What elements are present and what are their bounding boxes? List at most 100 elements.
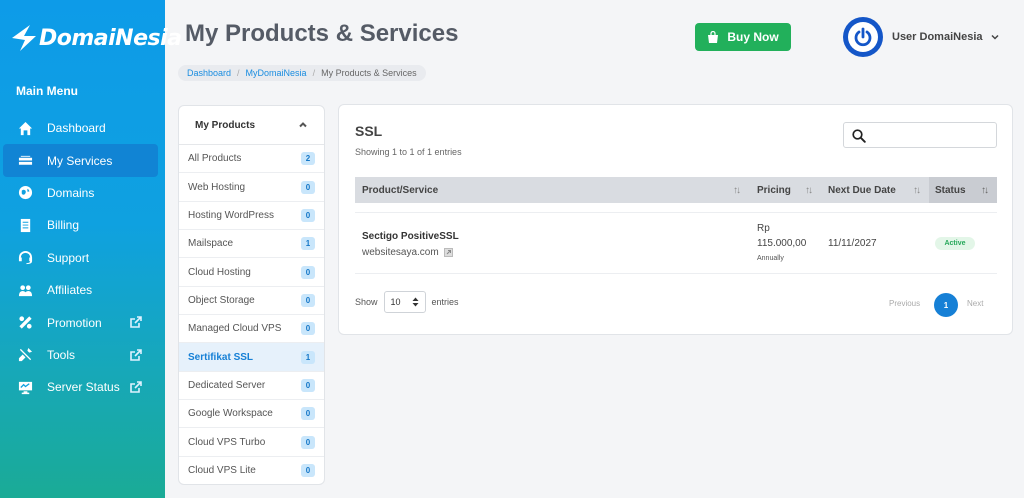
count-badge: 0 [301,322,315,336]
services-card: SSL Showing 1 to 1 of 1 entries Product/… [338,104,1013,335]
search-input[interactable] [870,126,990,144]
product-category-label: Hosting WordPress [188,209,274,221]
sidebar-item-support[interactable]: Support [3,242,158,274]
product-category-label: Managed Cloud VPS [188,323,282,335]
breadcrumb-current: My Products & Services [321,68,417,78]
column-label: Product/Service [362,184,439,196]
count-badge: 0 [301,378,315,392]
product-category-item[interactable]: Dedicated Server 0 [179,372,324,401]
price-value: 115.000,00 [757,238,807,249]
chevron-down-icon[interactable] [990,32,1000,42]
external-link-icon [130,316,142,329]
breadcrumb-mydomainesia[interactable]: MyDomaiNesia [246,68,307,78]
product-category-item[interactable]: Cloud VPS Turbo 0 [179,428,324,457]
sidebar-item-affiliates[interactable]: Affiliates [3,274,158,306]
sidebar-item-dashboard[interactable]: Dashboard [3,112,158,144]
brand-name: DomaiNesia [39,25,182,51]
buy-now-button[interactable]: Buy Now [695,23,791,51]
product-category-item[interactable]: Web Hosting 0 [179,173,324,202]
sort-icon[interactable]: ↑↓ [981,185,989,196]
breadcrumb-separator: / [312,68,316,78]
pagination-next[interactable]: Next [967,299,983,308]
column-product-service[interactable]: Product/Service [362,177,742,203]
external-link-icon[interactable] [443,248,453,257]
page-title: My Products & Services [185,20,459,47]
breadcrumb-dashboard[interactable]: Dashboard [187,68,231,78]
product-category-label: Web Hosting [188,181,246,193]
product-category-item[interactable]: Hosting WordPress 0 [179,202,324,231]
globe-icon [17,185,33,201]
next-due-date: 11/11/2027 [828,238,877,249]
breadcrumb: Dashboard / MyDomaiNesia / My Products &… [178,65,426,81]
price-currency: Rp [757,223,770,234]
percent-icon [17,315,33,331]
count-badge: 2 [301,152,315,166]
product-category-list: All Products 2 Web Hosting 0 Hosting WordPre… [179,145,324,484]
page-size-select[interactable]: 10 [383,291,426,313]
card-title: SSL [355,123,383,139]
sidebar-item-label: Domains [47,185,95,200]
main-menu-title: Main Menu [16,84,78,98]
sort-icon[interactable]: ↑↓ [733,185,741,196]
product-category-label: All Products [188,153,242,165]
sidebar-item-label: Server Status [47,380,120,395]
product-category-item[interactable]: Cloud Hosting 0 [179,258,324,287]
sidebar-item-domains[interactable]: Domains [3,177,158,209]
avatar[interactable] [843,17,883,57]
user-name[interactable]: User DomaiNesia [892,31,983,43]
avatar-inner [848,22,878,52]
product-category-label: Cloud VPS Turbo [188,436,266,448]
invoice-icon [17,217,33,233]
product-category-item[interactable]: Object Storage 0 [179,287,324,316]
sort-icon[interactable]: ↑↓ [805,185,813,196]
product-domain: websitesaya.com [362,247,453,258]
page-size-control: Show 10 entries [355,291,459,313]
count-badge: 0 [301,265,315,279]
server-icon [17,153,33,169]
product-category-item[interactable]: Google Workspace 0 [179,400,324,429]
brand-logo[interactable]: DomaiNesia [10,18,182,58]
table-header: Product/Service ↑↓ Pricing ↑↓ Next Due D… [355,177,997,203]
product-category-item[interactable]: Managed Cloud VPS 0 [179,315,324,344]
sidebar-item-label: Dashboard [47,121,106,136]
product-category-item[interactable]: Sertifikat SSL 1 [179,343,324,372]
status-badge: Active [935,237,975,250]
products-panel: My Products All Products 2 Web Hosting 0 Hos… [178,105,325,485]
sidebar-item-billing[interactable]: Billing [3,209,158,241]
sidebar-item-my-services[interactable]: My Services [3,144,158,177]
pagination-page-1[interactable]: 1 [934,293,958,317]
billing-cycle: Annually [757,255,784,262]
show-label: Show [355,297,378,307]
logo-mark-icon [12,25,36,51]
product-category-label: Cloud VPS Lite [188,464,256,476]
buy-now-label: Buy Now [727,30,779,44]
sidebar-item-label: My Services [47,153,113,168]
pagination-previous[interactable]: Previous [889,299,920,308]
count-badge: 0 [301,407,315,421]
product-category-label: Google Workspace [188,408,273,420]
search-box[interactable] [843,122,997,148]
product-category-item[interactable]: Cloud VPS Lite 0 [179,457,324,484]
sidebar: DomaiNesia Main Menu Dashboard My Servic… [0,0,182,498]
headset-icon [17,250,33,266]
product-name[interactable]: Sectigo PositiveSSL [362,231,459,242]
sort-icon[interactable]: ↑↓ [913,185,921,196]
sidebar-item-label: Support [47,250,90,265]
sidebar-item-label: Promotion [47,315,102,330]
product-category-item[interactable]: Mailspace 1 [179,230,324,259]
users-icon [17,282,33,298]
column-label: Next Due Date [828,184,896,196]
sidebar-item-tools[interactable]: Tools [3,339,158,371]
home-icon [17,120,33,136]
sidebar-item-server-status[interactable]: Server Status [3,371,158,403]
count-badge: 0 [301,180,315,194]
sidebar-item-promotion[interactable]: Promotion [3,306,158,338]
product-category-label: Object Storage [188,294,255,306]
external-link-icon [130,381,142,393]
breadcrumb-separator: / [237,68,240,78]
table-row[interactable]: Sectigo PositiveSSL websitesaya.com Rp 1… [355,212,997,274]
product-category-item[interactable]: All Products 2 [179,145,324,174]
product-category-label: Sertifikat SSL [188,351,254,363]
products-panel-header[interactable]: My Products [179,106,324,145]
product-category-label: Cloud Hosting [188,266,251,278]
